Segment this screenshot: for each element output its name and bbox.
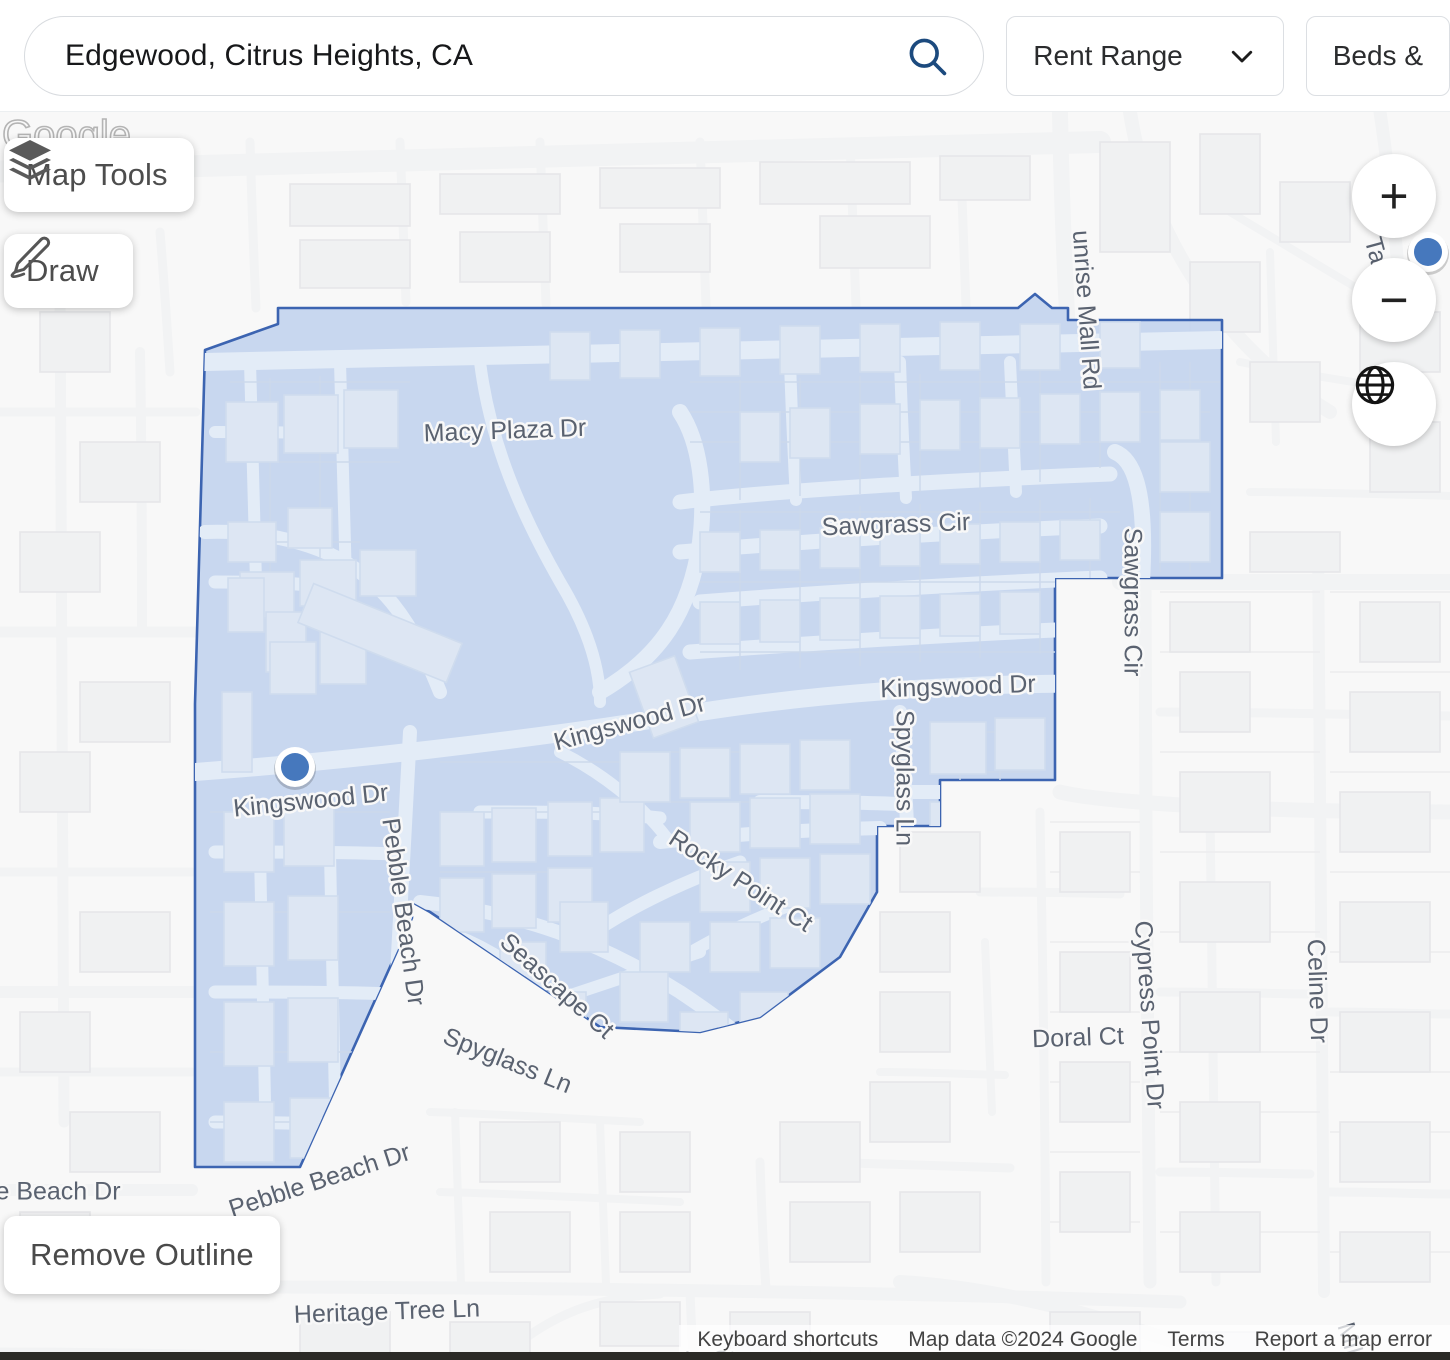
chevron-down-icon (1231, 50, 1252, 62)
report-map-error-link[interactable]: Report a map error (1255, 1328, 1432, 1352)
filter-beds-baths-label: Beds & (1332, 39, 1423, 71)
search-box[interactable] (24, 15, 985, 96)
remove-outline-label: Remove Outline (30, 1237, 254, 1272)
top-toolbar: Rent Range Beds & (0, 0, 1450, 112)
minus-icon: − (1379, 272, 1409, 328)
zoom-out-button[interactable]: − (1352, 258, 1436, 342)
road-label: Celine Dr (1302, 938, 1334, 1043)
road-label: Sawgrass Cir (1118, 528, 1146, 677)
draw-button[interactable]: Draw (4, 234, 133, 308)
plus-icon: + (1379, 168, 1409, 224)
remove-outline-button[interactable]: Remove Outline (4, 1216, 280, 1294)
location-marker-primary[interactable] (274, 747, 316, 790)
terms-link[interactable]: Terms (1167, 1328, 1224, 1352)
search-input[interactable] (65, 38, 906, 73)
road-label: Kingswood Dr (880, 670, 1037, 703)
map-data-credit: Map data ©2024 Google (908, 1328, 1138, 1351)
search-icon[interactable] (905, 34, 949, 78)
road-label: Spyglass Ln (890, 710, 918, 846)
keyboard-shortcuts-link[interactable]: Keyboard shortcuts (697, 1328, 878, 1352)
globe-icon (1355, 365, 1395, 405)
satellite-toggle-button[interactable] (1352, 362, 1436, 446)
map-tools-button[interactable]: Map Tools (4, 138, 194, 212)
road-label: Macy Plaza Dr (423, 414, 586, 448)
filter-rent-range[interactable]: Rent Range (1006, 15, 1284, 96)
filter-rent-range-label: Rent Range (1033, 39, 1183, 71)
bottom-strip (0, 1352, 1450, 1360)
map-attribution-bar: Keyboard shortcuts Map data ©2024 Google… (679, 1325, 1450, 1355)
road-label: Doral Ct (1032, 1022, 1125, 1053)
map-canvas[interactable]: .bld { fill:#f0f1f2; stroke:#e6e7e9; str… (0, 112, 1450, 1360)
road-label: Sawgrass Cir (821, 508, 971, 541)
map-vector-layer: .bld { fill:#f0f1f2; stroke:#e6e7e9; str… (0, 112, 1450, 1360)
map-search-page: Rent Range Beds & .bld { fill:#f0f1f2; s… (0, 0, 1450, 1360)
pencil-icon (10, 236, 51, 278)
zoom-in-button[interactable]: + (1352, 154, 1436, 238)
road-label: e Beach Dr (0, 1178, 121, 1206)
layers-icon (9, 140, 51, 180)
filter-beds-baths[interactable]: Beds & (1305, 15, 1450, 96)
